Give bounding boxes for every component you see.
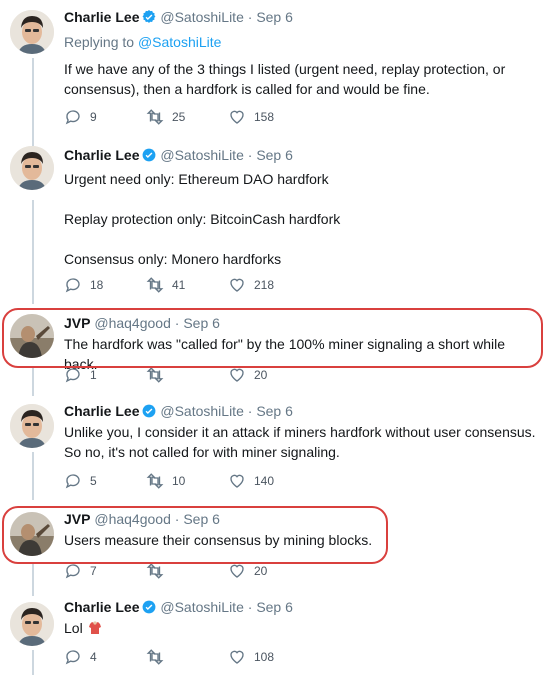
retweet-icon	[146, 109, 164, 125]
reply-button[interactable]: 9	[64, 108, 97, 126]
timestamp[interactable]: Sep 6	[256, 9, 293, 25]
retweet-count: 25	[172, 110, 186, 124]
retweet-button[interactable]	[146, 366, 172, 384]
reply-button[interactable]: 5	[64, 472, 97, 490]
replying-to-handle-link[interactable]: @SatoshiLite	[138, 34, 221, 50]
reply-icon	[65, 474, 80, 489]
reply-icon	[65, 564, 80, 579]
heart-icon	[230, 564, 244, 578]
author-name[interactable]: Charlie Lee	[64, 403, 139, 419]
avatar-charlie-lee[interactable]	[10, 404, 54, 448]
retweet-icon	[146, 473, 164, 489]
timestamp[interactable]: Sep 6	[256, 147, 293, 163]
reply-icon	[65, 110, 80, 125]
author-handle[interactable]: @SatoshiLite	[160, 147, 243, 163]
author-handle[interactable]: @SatoshiLite	[160, 9, 243, 25]
tweet-header: Charlie Lee @SatoshiLite · Sep 6	[64, 598, 541, 616]
reply-count: 9	[90, 110, 97, 124]
reply-count: 7	[90, 564, 97, 578]
heart-icon	[230, 650, 244, 664]
like-count: 20	[254, 368, 268, 382]
reply-button[interactable]: 4	[64, 648, 97, 666]
author-name[interactable]: Charlie Lee	[64, 147, 139, 163]
separator-dot: ·	[247, 403, 253, 419]
retweet-icon	[146, 277, 164, 293]
verified-badge-icon	[143, 10, 156, 23]
tweet[interactable]: Charlie Lee @SatoshiLite · Sep 6 Urgent …	[0, 140, 545, 300]
reply-count: 1	[90, 368, 97, 382]
tweet-header: Charlie Lee @SatoshiLite · Sep 6	[64, 8, 541, 26]
separator-dot: ·	[247, 147, 253, 163]
reply-icon	[65, 368, 80, 383]
like-count: 20	[254, 564, 268, 578]
retweet-button[interactable]: 10	[146, 472, 185, 490]
like-button[interactable]: 158	[228, 108, 274, 126]
avatar-charlie-lee[interactable]	[10, 146, 54, 190]
heart-icon	[230, 278, 244, 292]
highlight-outline	[2, 506, 388, 564]
tweet-header: Charlie Lee @SatoshiLite · Sep 6	[64, 402, 541, 420]
timestamp[interactable]: Sep 6	[256, 599, 293, 615]
separator-dot: ·	[247, 9, 253, 25]
like-button[interactable]: 20	[228, 366, 267, 384]
retweet-button[interactable]: 25	[146, 108, 185, 126]
avatar-charlie-lee[interactable]	[10, 602, 54, 646]
tweet-header: Charlie Lee @SatoshiLite · Sep 6	[64, 146, 541, 164]
tweet-text: Urgent need only: Ethereum DAO hardfork …	[64, 171, 341, 267]
reply-count: 18	[90, 278, 104, 292]
reply-count: 5	[90, 474, 97, 488]
like-count: 140	[254, 474, 275, 488]
reply-icon	[65, 278, 80, 293]
replying-to: Replying to @SatoshiLite	[64, 33, 541, 51]
retweet-button[interactable]	[146, 562, 172, 580]
reply-count: 4	[90, 650, 97, 664]
separator-dot: ·	[247, 599, 253, 615]
verified-badge-icon	[143, 148, 156, 162]
tweet[interactable]: Charlie Lee @SatoshiLite · Sep 6 Lol 4 1…	[0, 596, 545, 675]
replying-to-label: Replying to	[64, 34, 135, 50]
tweet-text-lol: Lol	[64, 620, 83, 636]
avatar-charlie-lee[interactable]	[10, 10, 54, 54]
like-count: 158	[254, 110, 275, 124]
tweet-text: Lol	[64, 618, 541, 638]
author-handle[interactable]: @SatoshiLite	[160, 599, 243, 615]
tweet[interactable]: Charlie Lee @SatoshiLite · Sep 6 Unlike …	[0, 396, 545, 500]
reply-icon	[65, 650, 80, 665]
like-button[interactable]: 218	[228, 276, 274, 294]
author-name[interactable]: Charlie Lee	[64, 599, 139, 615]
heart-icon	[230, 368, 244, 382]
retweet-count: 41	[172, 278, 186, 292]
retweet-icon	[146, 367, 164, 383]
verified-badge-icon	[143, 600, 156, 614]
timestamp[interactable]: Sep 6	[256, 403, 293, 419]
retweet-button[interactable]: 41	[146, 276, 185, 294]
like-count: 218	[254, 278, 275, 292]
like-button[interactable]: 140	[228, 472, 274, 490]
retweet-icon	[146, 563, 164, 579]
tweet-text: Unlike you, I consider it an attack if m…	[64, 424, 536, 460]
verified-badge-icon	[143, 404, 156, 418]
author-name[interactable]: Charlie Lee	[64, 9, 139, 25]
shirt-emoji-icon	[88, 621, 101, 634]
like-button[interactable]: 108	[228, 648, 274, 666]
highlight-outline	[2, 308, 543, 368]
heart-icon	[230, 110, 244, 124]
tweet[interactable]: Charlie Lee @SatoshiLite · Sep 6 Replyin…	[0, 0, 545, 140]
retweet-count: 10	[172, 474, 186, 488]
retweet-button[interactable]	[146, 648, 172, 666]
heart-icon	[230, 474, 244, 488]
like-button[interactable]: 20	[228, 562, 267, 580]
author-handle[interactable]: @SatoshiLite	[160, 403, 243, 419]
reply-button[interactable]: 18	[64, 276, 103, 294]
reply-button[interactable]: 1	[64, 366, 97, 384]
like-count: 108	[254, 650, 275, 664]
tweet-text: If we have any of the 3 things I listed …	[64, 61, 506, 97]
retweet-icon	[146, 649, 164, 665]
reply-button[interactable]: 7	[64, 562, 97, 580]
